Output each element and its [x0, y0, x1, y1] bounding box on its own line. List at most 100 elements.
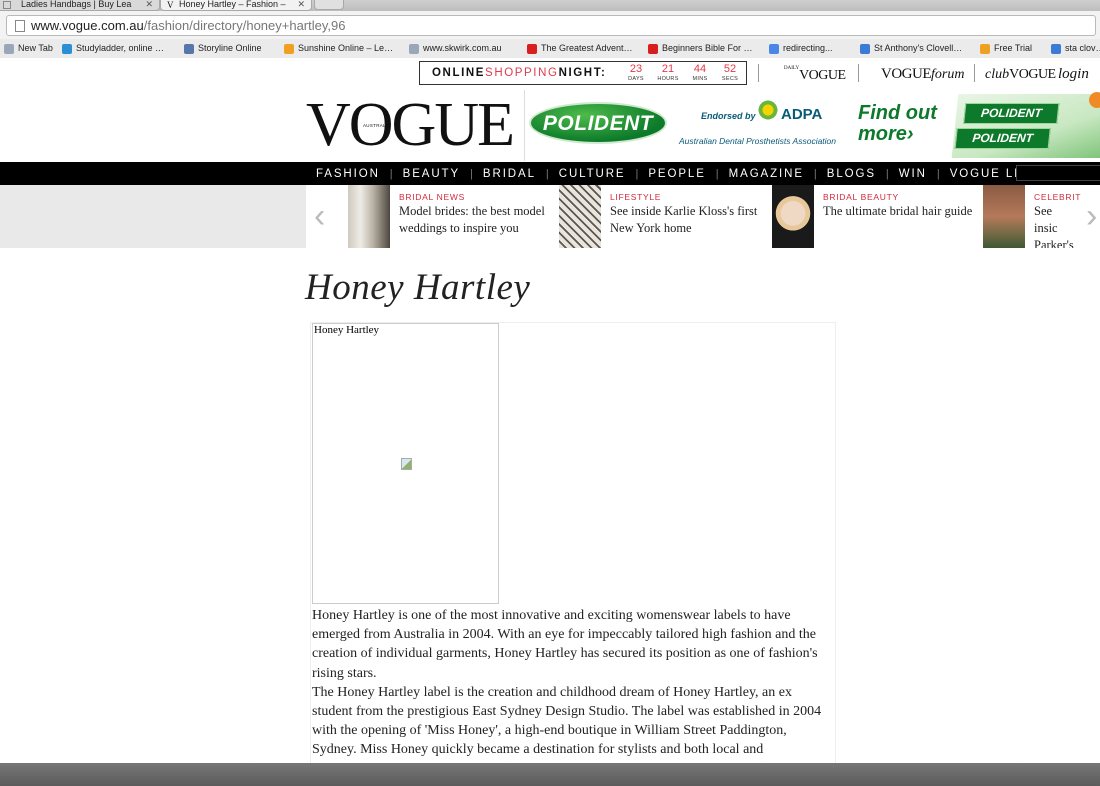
bookmark-item[interactable]: sta clov…: [1051, 39, 1100, 58]
bookmark-item[interactable]: Free Trial: [980, 39, 1032, 58]
card-category: LIFESTYLE: [610, 192, 662, 202]
nav-item-culture[interactable]: CULTURE: [549, 168, 636, 180]
polident-logo: POLIDENT: [529, 102, 667, 144]
bookmark-item[interactable]: Storyline Online: [184, 39, 262, 58]
countdown-days: 23 DAYS: [622, 63, 650, 83]
card-thumbnail: [772, 185, 814, 248]
close-icon[interactable]: ✕: [145, 0, 153, 9]
card-thumbnail: [348, 185, 390, 248]
bookmark-item[interactable]: Sunshine Online – Le…: [284, 39, 393, 58]
bookmark-item[interactable]: New Tab: [4, 39, 53, 58]
carousel-card[interactable]: LIFESTYLE See inside Karlie Kloss's firs…: [559, 185, 769, 248]
nav-item-bridal[interactable]: BRIDAL: [473, 168, 546, 180]
address-bar-row: www.vogue.com.au/fashion/directory/honey…: [0, 11, 1100, 39]
bookmark-label: Storyline Online: [198, 43, 262, 53]
vogue-logo-edition: AUSTRALIA: [363, 123, 391, 128]
card-thumbnail: [559, 185, 601, 248]
divider: [858, 64, 859, 82]
carousel-track: ‹ BRIDAL NEWS Model brides: the best mod…: [306, 185, 1100, 248]
login-link[interactable]: login: [1058, 65, 1089, 83]
window-bottom-edge: [0, 763, 1100, 786]
promo-title-part: ONLINE: [432, 67, 486, 79]
s-logo-icon: [980, 43, 990, 54]
card-category: CELEBRIT: [1034, 192, 1082, 202]
vogue-logo[interactable]: VOGUE: [306, 87, 515, 163]
polident-ad-banner[interactable]: POLIDENT Endorsed by ADPA Australian Den…: [524, 90, 1100, 161]
address-bar[interactable]: www.vogue.com.au/fashion/directory/honey…: [6, 15, 1096, 36]
carousel-card[interactable]: CELEBRIT See insic Parker's: [983, 185, 1100, 248]
countdown-unit: MINS: [692, 76, 708, 82]
nav-item-blogs[interactable]: BLOGS: [817, 168, 886, 180]
vogue-forum-link[interactable]: VOGUEforum: [881, 65, 964, 83]
club-vogue-label: VOGUE: [1009, 67, 1056, 82]
bookmark-label: Sunshine Online – Le…: [298, 43, 394, 53]
ad-adpa: ADPA: [781, 106, 823, 123]
countdown-unit: HOURS: [657, 76, 679, 82]
countdown-value: 21: [661, 63, 675, 75]
countdown-mins: 44 MINS: [686, 63, 714, 83]
product-boxes-image: POLIDENT POLIDENT: [951, 94, 1100, 158]
countdown-value: 44: [693, 63, 707, 75]
card-title: See inside Karlie Kloss's first New York…: [610, 204, 758, 235]
tab-label: Ladies Handbags | Buy Lea: [21, 0, 132, 9]
featured-carousel: ‹ BRIDAL NEWS Model brides: the best mod…: [0, 185, 1100, 248]
url-text[interactable]: www.vogue.com.au/fashion/directory/honey…: [31, 17, 345, 35]
paragraph: The Honey Hartley label is the creation …: [312, 684, 822, 758]
search-input[interactable]: [1016, 165, 1100, 181]
bookmark-item[interactable]: Beginners Bible For …: [648, 39, 753, 58]
youtube-icon: [648, 43, 658, 54]
vogue-favicon-icon: V: [167, 0, 174, 10]
bookmark-label: Free Trial: [994, 43, 1033, 53]
close-icon[interactable]: ✕: [297, 0, 305, 9]
bookmark-label: redirecting...: [783, 43, 833, 53]
ad-endorsed-text: Endorsed by: [701, 111, 756, 121]
bookmark-label: The Greatest Advent…: [541, 43, 633, 53]
nav-item-win[interactable]: WIN: [889, 168, 937, 180]
browser-tab-honey-hartley[interactable]: V Honey Hartley – Fashion – ✕: [160, 0, 312, 11]
club-vogue-link[interactable]: clubVOGUE: [985, 65, 1056, 83]
nav-item-people[interactable]: PEOPLE: [638, 168, 715, 180]
browser-tab-handbags[interactable]: Ladies Handbags | Buy Lea ✕: [0, 0, 160, 11]
forum-vogue-label: VOGUE: [881, 66, 932, 82]
ad-cta-line: Find out: [858, 102, 937, 124]
nav-item-magazine[interactable]: MAGAZINE: [719, 168, 814, 180]
main-navigation: FASHION | BEAUTY | BRIDAL | CULTURE | PEOPLE | MAG…: [0, 162, 1100, 185]
card-category: BRIDAL NEWS: [399, 192, 465, 202]
carousel-card[interactable]: BRIDAL NEWS Model brides: the best model…: [348, 185, 558, 248]
promo-title-part: NIGHT:: [558, 67, 607, 79]
tab-label: Honey Hartley – Fashion –: [179, 0, 286, 9]
card-category: BRIDAL BEAUTY: [823, 192, 899, 202]
page-icon: [3, 1, 11, 9]
bookmark-label: Studyladder, online …: [76, 43, 165, 53]
promo-strip: ONLINESHOPPINGNIGHT: 23 DAYS 21 HOURS 44 MI…: [0, 58, 1100, 90]
product-box-label: POLIDENT: [971, 131, 1034, 145]
card-thumbnail: [983, 185, 1025, 248]
daily-vogue-link[interactable]: DAILYVOGUE: [784, 66, 846, 84]
carousel-card[interactable]: BRIDAL BEAUTY The ultimate bridal hair g…: [772, 185, 982, 248]
carousel-next-arrow[interactable]: ›: [1086, 199, 1097, 233]
nav-item-fashion[interactable]: FASHION: [306, 168, 390, 180]
s-logo-icon: [62, 43, 72, 54]
nav-item-beauty[interactable]: BEAUTY: [393, 168, 470, 180]
url-host: www.vogue.com.au: [31, 18, 144, 33]
card-title: Model brides: the best model weddings to…: [399, 204, 545, 235]
s-logo-icon: [284, 43, 294, 54]
promo-title-part: SHOPPING: [485, 67, 559, 79]
bookmark-item[interactable]: redirecting...: [769, 39, 833, 58]
bookmark-item[interactable]: www.skwirk.com.au: [409, 39, 502, 58]
bookmark-item[interactable]: St Anthony's Clovell…: [860, 39, 962, 58]
bookmarks-bar: New Tab Studyladder, online … Storyline On…: [0, 39, 1100, 59]
bookmark-item[interactable]: The Greatest Advent…: [527, 39, 633, 58]
new-tab-button[interactable]: [314, 0, 344, 10]
carousel-prev-arrow[interactable]: ‹: [314, 199, 325, 233]
image-alt-text: Honey Hartley: [314, 324, 380, 336]
bookmark-item[interactable]: Studyladder, online …: [62, 39, 164, 58]
countdown-value: 23: [629, 63, 643, 75]
bookmark-label: www.skwirk.com.au: [423, 43, 502, 53]
adpa-logo-icon: [757, 99, 779, 121]
club-prefix: club: [985, 67, 1010, 82]
online-shopping-night-countdown[interactable]: ONLINESHOPPINGNIGHT: 23 DAYS 21 HOURS 44 MI…: [419, 61, 747, 85]
ad-cta[interactable]: Find out more›: [858, 103, 937, 145]
brand-description: Honey Hartley is one of the most innovat…: [312, 606, 832, 760]
bookmark-label: St Anthony's Clovell…: [874, 43, 963, 53]
